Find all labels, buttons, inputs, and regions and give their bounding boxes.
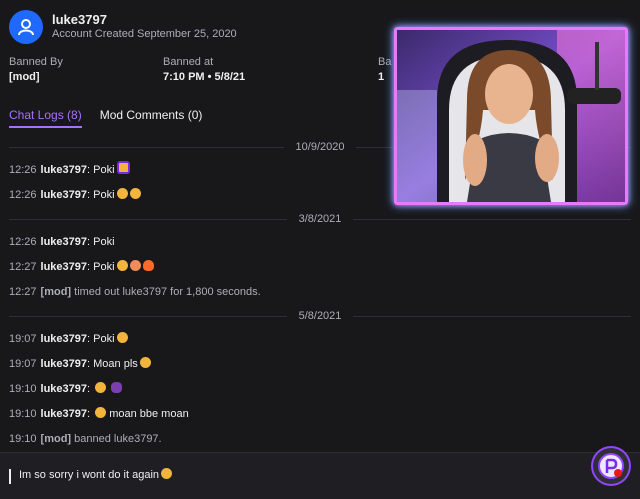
chat-line: 19:10 luke3797: bbox=[0, 377, 640, 402]
emote-icon bbox=[129, 188, 141, 199]
timestamp: 19:10 bbox=[9, 408, 37, 420]
reply-text: Im so sorry i wont do it again bbox=[19, 469, 160, 481]
timestamp: 12:26 bbox=[9, 189, 37, 201]
timestamp: 12:27 bbox=[9, 261, 37, 273]
chat-line: 19:10 luke3797: moan bbe moan bbox=[9, 407, 189, 420]
chat-username[interactable]: luke3797 bbox=[41, 261, 87, 273]
reply-message[interactable]: Im so sorry i wont do it again bbox=[19, 468, 173, 481]
date-divider: 5/8/2021 bbox=[0, 307, 640, 325]
banned-by: Banned By [mod] bbox=[9, 55, 63, 86]
timestamp: 12:27 bbox=[9, 286, 37, 298]
timestamp: 19:07 bbox=[9, 358, 37, 370]
tab-chat-logs[interactable]: Chat Logs (8) bbox=[9, 108, 82, 128]
reply-input-bar[interactable]: Im so sorry i wont do it again bbox=[0, 452, 640, 499]
username[interactable]: luke3797 bbox=[52, 12, 237, 28]
banned-at-value: 7:10 PM • 5/8/21 bbox=[163, 71, 246, 84]
chat-message: moan bbe moan bbox=[109, 408, 189, 420]
date-label: 3/8/2021 bbox=[298, 213, 342, 225]
chat-username[interactable]: luke3797 bbox=[41, 408, 87, 420]
webcam-overlay bbox=[394, 27, 628, 205]
user-avatar[interactable] bbox=[9, 10, 43, 44]
chat-line: 19:07 luke3797: Poki bbox=[0, 327, 640, 352]
date-label: 10/9/2020 bbox=[295, 141, 345, 153]
eggplant-emoji-icon bbox=[111, 382, 123, 393]
chat-message: Poki bbox=[93, 164, 115, 176]
ban-count-label: Ba bbox=[378, 56, 392, 68]
system-message: timed out luke3797 for 1,800 seconds. bbox=[74, 286, 261, 298]
timestamp: 19:10 bbox=[9, 433, 37, 445]
creator-badge-icon[interactable] bbox=[593, 448, 629, 484]
emote-icon bbox=[95, 407, 107, 418]
user-icon bbox=[18, 19, 34, 36]
chat-message: Poki bbox=[93, 189, 115, 201]
tab-bar: Chat Logs (8) Mod Comments (0) bbox=[9, 108, 220, 128]
chat-username[interactable]: luke3797 bbox=[41, 236, 87, 248]
timestamp: 12:26 bbox=[9, 164, 37, 176]
emote-icon bbox=[116, 332, 128, 343]
emote-icon bbox=[139, 357, 151, 368]
chat-username[interactable]: luke3797 bbox=[41, 358, 87, 370]
chat-message: Poki bbox=[93, 333, 115, 345]
banned-by-label: Banned By bbox=[9, 56, 63, 68]
chat-message: Poki bbox=[93, 236, 115, 248]
chat-line: 12:27 [mod] timed out luke3797 for 1,800 … bbox=[0, 280, 640, 305]
chat-message: Poki bbox=[93, 261, 115, 273]
emote-icon bbox=[116, 188, 128, 199]
date-label: 5/8/2021 bbox=[298, 310, 342, 322]
peach-emoji-icon bbox=[129, 260, 141, 271]
banned-by-value: [mod] bbox=[9, 71, 40, 84]
timestamp: 19:10 bbox=[9, 383, 37, 395]
ban-count-value: 1 bbox=[378, 71, 385, 84]
mod-tag: [mod] bbox=[40, 433, 72, 445]
tab-mod-comments[interactable]: Mod Comments (0) bbox=[100, 108, 203, 128]
chat-username[interactable]: luke3797 bbox=[41, 383, 87, 395]
emote-icon bbox=[95, 382, 107, 393]
emote-icon bbox=[161, 468, 173, 479]
emote-icon bbox=[116, 161, 130, 174]
timestamp: 19:07 bbox=[9, 333, 37, 345]
banned-at: Banned at 7:10 PM • 5/8/21 bbox=[163, 55, 245, 86]
date-divider: 3/8/2021 bbox=[0, 210, 640, 228]
chat-line: 12:27 luke3797: Poki bbox=[0, 255, 640, 280]
chat-line: 19:10 [mod] banned luke3797. bbox=[0, 427, 640, 452]
chat-line: 12:26 luke3797: Poki bbox=[9, 236, 115, 248]
fire-emoji-icon bbox=[142, 260, 154, 271]
channel-logo-icon bbox=[598, 453, 624, 479]
emote-icon bbox=[116, 260, 128, 271]
timestamp: 12:26 bbox=[9, 236, 37, 248]
ban-count: Ba 1 bbox=[378, 55, 391, 86]
text-cursor bbox=[9, 469, 11, 484]
mod-tag: [mod] bbox=[40, 286, 72, 298]
banned-at-label: Banned at bbox=[163, 56, 214, 68]
system-message: banned luke3797. bbox=[74, 433, 162, 445]
user-header: luke3797 Account Created September 25, 2… bbox=[9, 10, 237, 44]
chat-username[interactable]: luke3797 bbox=[41, 189, 87, 201]
chat-username[interactable]: luke3797 bbox=[41, 333, 87, 345]
chat-username[interactable]: luke3797 bbox=[41, 164, 87, 176]
chat-message: Moan pls bbox=[93, 358, 138, 370]
chat-line: 19:07 luke3797: Moan pls bbox=[0, 352, 640, 377]
account-created: Account Created September 25, 2020 bbox=[52, 28, 237, 41]
user-meta: luke3797 Account Created September 25, 2… bbox=[52, 12, 237, 42]
streamer-image bbox=[397, 30, 625, 202]
